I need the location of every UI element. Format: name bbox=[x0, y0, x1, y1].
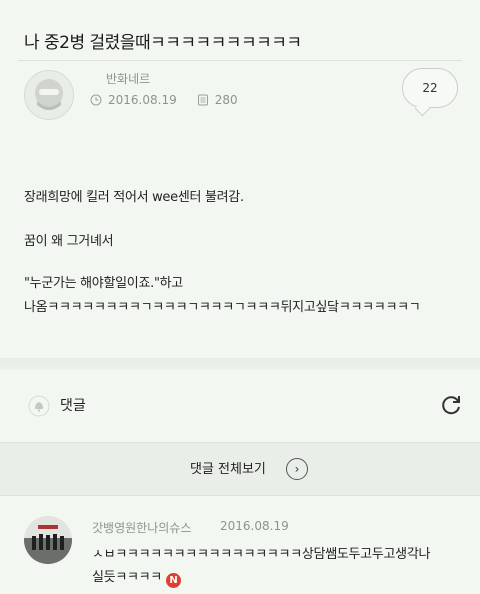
views-icon bbox=[197, 94, 209, 106]
author-name[interactable]: 반화네르 bbox=[106, 70, 150, 87]
comment-text-line-2-row: 실듯ㅋㅋㅋㅋ N bbox=[92, 566, 181, 588]
commenter-name[interactable]: 갓뱅영원한나의슈스 bbox=[92, 519, 191, 536]
section-separator bbox=[0, 358, 480, 370]
comment-count: 22 bbox=[422, 81, 438, 95]
comments-bar: 댓글 bbox=[0, 380, 480, 430]
chevron-right-icon: › bbox=[286, 458, 308, 480]
comment-date: 2016.08.19 bbox=[220, 519, 289, 533]
comment-text-line-1: ㅅㅂㅋㅋㅋㅋㅋㅋㅋㅋㅋㅋㅋㅋㅋㅋㅋㅋ상담쌤도두고두고생각나 bbox=[92, 547, 431, 562]
comments-label: 댓글 bbox=[60, 398, 86, 414]
view-count: 280 bbox=[214, 93, 238, 107]
author-avatar[interactable] bbox=[24, 70, 74, 120]
new-badge: N bbox=[165, 573, 181, 588]
commenter-avatar-image bbox=[24, 516, 72, 564]
view-all-label: 댓글 전체보기 bbox=[190, 462, 266, 477]
commenter-avatar[interactable] bbox=[24, 516, 72, 564]
title-divider bbox=[18, 60, 462, 61]
clock-icon bbox=[90, 94, 102, 106]
refresh-icon[interactable] bbox=[438, 392, 464, 422]
post-body-line-1: 장래희망에 킬러 적어서 wee센터 불려감. bbox=[24, 190, 244, 205]
comment-text-line-2: 실듯ㅋㅋㅋㅋ bbox=[92, 570, 162, 585]
post-body-line-2: 꿈이 왜 그거녜서 bbox=[24, 234, 114, 249]
post-meta: 2016.08.19 280 bbox=[90, 93, 238, 107]
post-body-line-3: "누군가는 해야할일이죠."하고 bbox=[24, 276, 183, 291]
post-body-line-4: 나옴ㅋㅋㅋㅋㅋㅋㅋㅋㄱㅋㅋㅋㄱㅋㅋㅋㄱㅋㅋㅋ뒤지고싶닼ㅋㅋㅋㅋㅋㅋㄱ bbox=[24, 300, 421, 315]
avatar-image bbox=[25, 71, 73, 119]
view-all-comments-button[interactable]: 댓글 전체보기 › bbox=[0, 442, 480, 496]
bell-icon[interactable] bbox=[28, 395, 50, 421]
post-date: 2016.08.19 bbox=[108, 93, 177, 107]
post-title: 나 중2병 걸렸을때ㅋㅋㅋㅋㅋㅋㅋㅋㅋㅋ bbox=[24, 33, 302, 53]
comment-count-bubble[interactable]: 22 bbox=[402, 68, 458, 108]
